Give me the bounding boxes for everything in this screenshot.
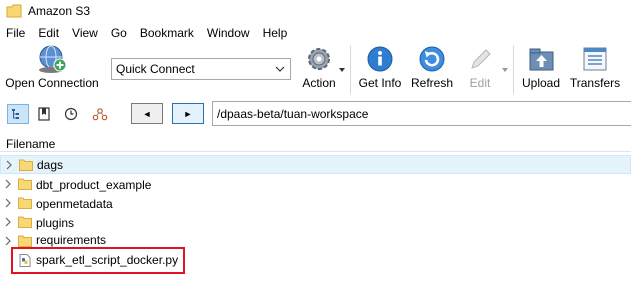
folder-name: plugins: [36, 215, 75, 230]
info-icon: [367, 46, 393, 72]
refresh-button[interactable]: Refresh: [408, 44, 456, 90]
menu-help[interactable]: Help: [263, 26, 288, 40]
chevron-down-icon: [275, 66, 285, 72]
edit-button[interactable]: Edit: [462, 44, 498, 90]
path-input[interactable]: /dpaas-beta/tuan-workspace: [212, 101, 631, 126]
back-button[interactable]: ◄: [131, 103, 163, 124]
python-file-icon: [19, 254, 31, 267]
menu-view[interactable]: View: [72, 26, 98, 40]
history-button[interactable]: [60, 104, 82, 124]
action-label: Action: [302, 76, 336, 90]
forward-arrow-icon: ►: [183, 108, 193, 119]
folder-icon: [19, 159, 33, 171]
list-item[interactable]: requirements: [0, 232, 631, 247]
globe-icon: [39, 45, 67, 73]
action-button[interactable]: Action: [296, 44, 342, 90]
folder-icon: [18, 178, 32, 190]
folder-name: openmetadata: [36, 196, 113, 211]
title-bar: [0, 0, 631, 24]
chevron-right-icon[interactable]: [4, 179, 12, 189]
folder-icon: [18, 235, 32, 247]
clock-icon: [64, 107, 78, 121]
upload-button[interactable]: Upload: [518, 44, 564, 90]
transfers-icon: [583, 47, 607, 71]
gear-icon: [308, 48, 330, 70]
window-title: Amazon S3: [28, 4, 91, 18]
list-item[interactable]: openmetadata: [0, 194, 631, 213]
bookmark-icon: [38, 107, 50, 121]
folder-name: dbt_product_example: [36, 177, 152, 192]
quick-connect-value: Quick Connect: [116, 62, 195, 76]
menu-bookmark[interactable]: Bookmark: [140, 26, 194, 40]
list-item[interactable]: dags: [0, 155, 631, 174]
toolbar-separator: [350, 46, 351, 94]
upload-icon: [529, 48, 554, 71]
path-value: /dpaas-beta/tuan-workspace: [217, 106, 369, 121]
get-info-button[interactable]: Get Info: [356, 44, 404, 90]
menu-edit[interactable]: Edit: [38, 26, 59, 40]
bookmarks-button[interactable]: [33, 104, 55, 124]
list-item[interactable]: plugins: [0, 213, 631, 232]
get-info-label: Get Info: [358, 76, 402, 90]
menu-go[interactable]: Go: [111, 26, 127, 40]
forward-button[interactable]: ►: [172, 103, 204, 124]
edit-dropdown-icon[interactable]: [502, 68, 508, 72]
header-divider: [0, 151, 631, 152]
chevron-right-icon[interactable]: [4, 236, 12, 246]
open-connection-button[interactable]: Open Connection: [4, 44, 100, 90]
menu-file[interactable]: File: [6, 26, 25, 40]
back-arrow-icon: ◄: [142, 108, 152, 119]
transfers-label: Transfers: [569, 76, 621, 90]
refresh-icon: [419, 46, 445, 72]
open-connection-label: Open Connection: [5, 76, 99, 90]
quick-connect-select[interactable]: Quick Connect: [111, 58, 291, 80]
file-name[interactable]: spark_etl_script_docker.py: [36, 253, 178, 267]
upload-label: Upload: [521, 76, 561, 90]
menu-bar: File Edit View Go Bookmark Window Help: [0, 24, 631, 42]
list-item[interactable]: dbt_product_example: [0, 175, 631, 194]
chevron-right-icon[interactable]: [4, 217, 12, 227]
chevron-right-icon[interactable]: [5, 160, 13, 170]
toolbar-separator: [513, 46, 514, 94]
app-icon: [6, 4, 22, 18]
folder-icon: [18, 197, 32, 209]
folder-name: requirements: [36, 233, 107, 247]
folder-icon: [18, 216, 32, 228]
menu-window[interactable]: Window: [207, 26, 250, 40]
bonjour-icon: [92, 108, 108, 121]
transfers-button[interactable]: Transfers: [568, 44, 622, 90]
tree-view-icon: [12, 109, 19, 119]
edit-label: Edit: [469, 76, 491, 90]
pencil-icon: [471, 49, 491, 69]
bonjour-button[interactable]: [89, 104, 111, 124]
chevron-right-icon[interactable]: [4, 198, 12, 208]
action-dropdown-icon[interactable]: [339, 68, 345, 72]
refresh-label: Refresh: [410, 76, 454, 90]
tree-view-button[interactable]: [7, 104, 29, 124]
filename-column-header[interactable]: Filename: [6, 137, 55, 151]
folder-name: dags: [37, 157, 64, 172]
